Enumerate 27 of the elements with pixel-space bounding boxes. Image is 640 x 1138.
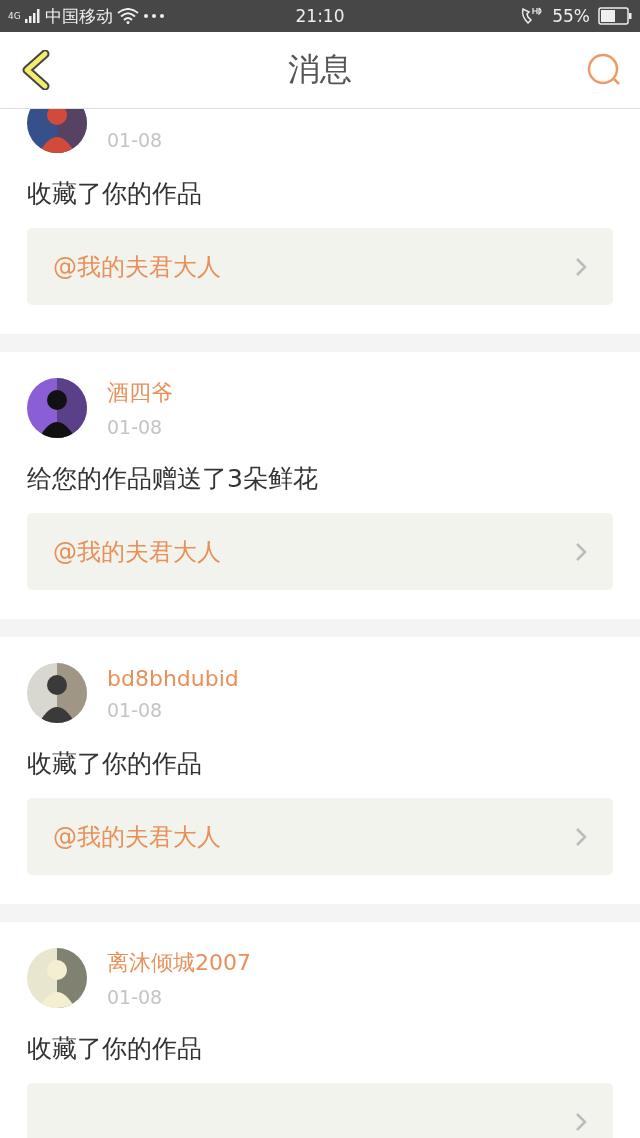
message-date: 01-08 xyxy=(107,986,164,1008)
message-text: 收藏了你的作品 xyxy=(27,748,203,780)
chevron-icon xyxy=(575,826,587,847)
battery-icon xyxy=(598,7,632,25)
chevron-icon xyxy=(575,541,587,562)
carrier-name: 中国移动 xyxy=(44,4,113,28)
message-text: 收藏了你的作品 xyxy=(27,178,203,210)
user-name[interactable]: 酒四爷 xyxy=(107,378,173,408)
clock: 21:10 xyxy=(295,6,345,26)
user-name[interactable]: bd8bhdubid xyxy=(107,665,239,691)
message-date: 01-08 xyxy=(107,416,164,438)
message-date: 01-08 xyxy=(107,128,163,151)
work-link[interactable]: @我的夫君大人 xyxy=(27,513,613,590)
wifi-icon xyxy=(116,8,139,24)
work-link[interactable]: @我的夫君大人 xyxy=(27,228,613,305)
message-text: 给您的作品赠送了3朵鲜花 xyxy=(27,463,319,495)
network-label: 4G xyxy=(8,11,21,21)
work-link[interactable]: @我的夫君大人 xyxy=(27,798,613,875)
battery-percent: 55% xyxy=(552,6,590,26)
user-name[interactable]: 离沐倾城2007 xyxy=(107,948,251,978)
page-title: 消息 xyxy=(288,49,352,90)
more-icon xyxy=(142,13,165,19)
message-date: 01-08 xyxy=(107,698,164,721)
chevron-icon xyxy=(575,1111,587,1132)
signal-icon xyxy=(24,9,41,23)
message-text: 收藏了你的作品 xyxy=(27,1033,203,1065)
chevron-icon xyxy=(575,256,587,277)
